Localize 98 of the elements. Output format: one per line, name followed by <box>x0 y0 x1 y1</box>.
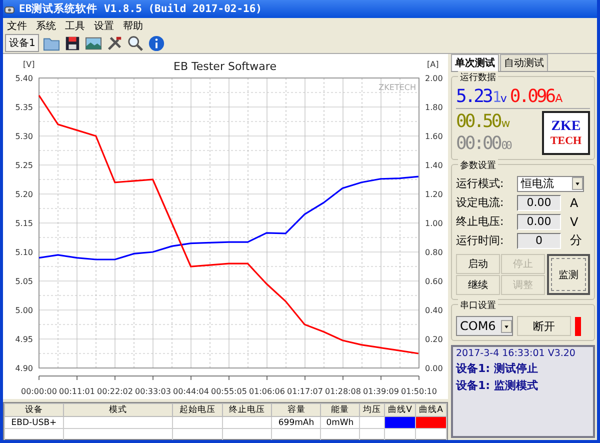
group-title: 参数设置 <box>458 159 498 172</box>
tick-label: 5.10 <box>15 248 33 257</box>
column-header: 模式 <box>64 404 172 416</box>
table-cell: 0mWh <box>320 416 360 428</box>
status-line: 设备1: 测试停止 <box>456 361 539 376</box>
app-icon <box>4 4 15 14</box>
tick-label: 5.40 <box>15 74 33 83</box>
tick-label: 5.35 <box>15 103 33 112</box>
voltage-digit: 1 <box>492 88 500 106</box>
mode-dropdown[interactable]: 恒电流 <box>517 176 584 192</box>
tick-label: 0.80 <box>425 248 443 257</box>
logo-text: TECH <box>550 134 582 148</box>
unit-label: A <box>555 92 563 105</box>
time-reading: 00:00 <box>456 133 500 155</box>
monitor-button[interactable]: 监测 <box>547 254 590 295</box>
tick-label: 01:39:09 <box>363 387 399 396</box>
column-header: 均压 <box>359 404 384 416</box>
tick-label: 1.80 <box>425 103 443 112</box>
status-line: 设备1: 监测模式 <box>456 378 539 393</box>
tick-label: 00:33:03 <box>135 387 171 396</box>
seconds-reading: 00 <box>501 139 510 152</box>
axis-label: [V] <box>23 60 35 69</box>
tick-label: 01:17:07 <box>287 387 323 396</box>
port-dropdown[interactable]: COM6 <box>456 316 513 336</box>
axis-label: [A] <box>427 60 439 69</box>
tick-label: 0.60 <box>425 277 443 286</box>
tick-label: 5.00 <box>15 306 33 315</box>
tick-label: 00:11:01 <box>59 387 95 396</box>
column-header: 曲线V <box>384 404 416 416</box>
column-header: 设备 <box>4 404 64 416</box>
tick-label: 1.20 <box>425 190 443 199</box>
status-line: 2017-3-4 16:33:01 V3.20 <box>456 348 576 359</box>
tick-label: 0.40 <box>425 306 443 315</box>
column-header: 能量 <box>320 404 360 416</box>
field-label: 终止电压: <box>456 214 505 229</box>
unit-label: 分 <box>570 232 582 249</box>
unit-label: A <box>570 196 578 210</box>
menu-item[interactable]: 设置 <box>94 18 114 32</box>
table-cell: EBD-USB+ <box>4 416 64 428</box>
tick-label: 01:06:06 <box>249 387 285 396</box>
info-icon[interactable] <box>148 34 166 52</box>
tick-label: 00:44:04 <box>173 387 209 396</box>
menu-item[interactable]: 系统 <box>36 18 56 32</box>
tools-icon[interactable] <box>106 34 124 52</box>
landscape-picture-icon[interactable] <box>85 34 102 52</box>
group-title: 运行数据 <box>458 71 498 84</box>
tick-label: 5.20 <box>15 190 33 199</box>
control-button[interactable]: 启动 <box>456 254 500 274</box>
tick-label: 4.95 <box>15 335 33 344</box>
search-icon[interactable] <box>127 34 144 52</box>
menu-item[interactable]: 文件 <box>7 18 27 32</box>
input-field[interactable]: 0 <box>517 232 561 248</box>
tick-label: 01:50:10 <box>401 387 437 396</box>
unit-label: v <box>500 92 507 105</box>
power-reading: 00.50 <box>456 111 500 133</box>
current-reading: 0.096 <box>510 86 554 108</box>
status-indicator <box>575 316 581 336</box>
tick-label: 5.05 <box>15 277 33 286</box>
tick-label: 1.40 <box>425 161 443 170</box>
unit-label: V <box>570 214 578 228</box>
field-label: 运行模式: <box>456 176 505 191</box>
control-button[interactable]: 继续 <box>456 275 500 295</box>
tick-label: 01:28:08 <box>325 387 361 396</box>
tab[interactable]: 自动测试 <box>500 54 548 71</box>
field-label: 设定电流: <box>456 195 505 210</box>
tick-label: 2.00 <box>425 74 443 83</box>
window-title: EB测试系统软件 V1.8.5 (Build 2017-02-16) <box>19 2 262 16</box>
column-header: 起始电压 <box>172 404 222 416</box>
disconnect-button[interactable]: 断开 <box>517 316 571 336</box>
tick-label: 5.15 <box>15 219 33 228</box>
input-field[interactable]: 0.00 <box>517 194 561 210</box>
unit-label: w <box>501 117 510 130</box>
tick-label: 4.90 <box>15 364 33 373</box>
field-label: 运行时间: <box>456 233 505 248</box>
tick-label: 1.00 <box>425 219 443 228</box>
logo-text: ZKE <box>551 118 581 134</box>
tick-label: 5.30 <box>15 132 33 141</box>
tick-label: 0.20 <box>425 335 443 344</box>
chart-title: EB Tester Software <box>174 60 276 73</box>
tick-label: 1.60 <box>425 132 443 141</box>
menu-item[interactable]: 帮助 <box>123 18 143 32</box>
tick-label: 00:55:05 <box>211 387 247 396</box>
tick-label: 00:00:00 <box>21 387 57 396</box>
table-cell: 699mAh <box>272 416 321 428</box>
column-header: 终止电压 <box>222 404 272 416</box>
tick-label: 0.00 <box>425 364 443 373</box>
voltage-reading: 5.23 <box>456 86 492 108</box>
column-header: 曲线A <box>416 404 446 416</box>
brand-label: ZKETECH <box>378 83 416 92</box>
device-tab[interactable]: 设备1 <box>5 34 40 52</box>
tab[interactable]: 单次测试 <box>451 54 499 71</box>
tick-label: 00:22:02 <box>97 387 133 396</box>
tick-label: 5.25 <box>15 161 33 170</box>
column-header: 容量 <box>272 404 321 416</box>
group-title: 串口设置 <box>458 299 498 312</box>
menu-item[interactable]: 工具 <box>65 18 85 32</box>
input-field[interactable]: 0.00 <box>517 214 561 230</box>
save-icon[interactable] <box>64 34 82 52</box>
